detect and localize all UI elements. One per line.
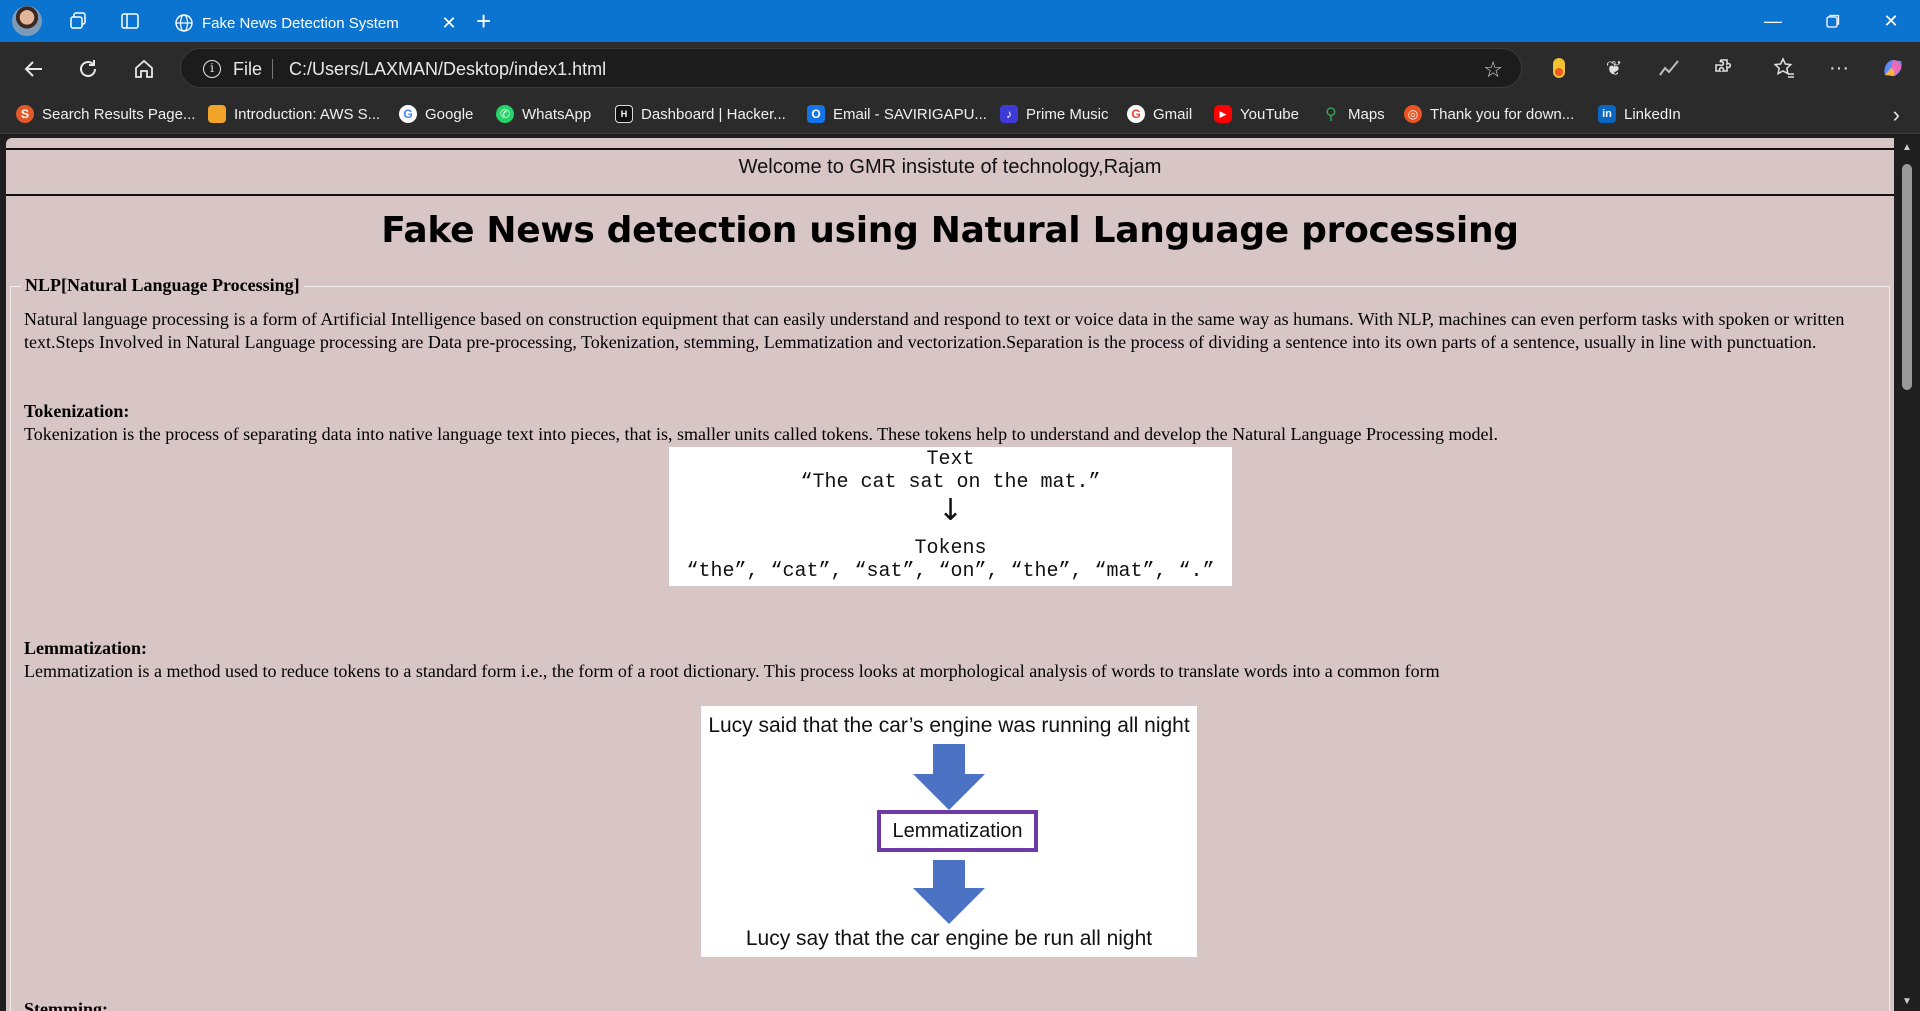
page-title: Fake News detection using Natural Langua… xyxy=(381,210,1519,251)
ubuntu-icon: ◎ xyxy=(1404,105,1422,123)
stemming-heading: Stemming: xyxy=(24,999,108,1011)
hackerrank-icon: H xyxy=(615,105,633,123)
figure-step-box: Lemmatization xyxy=(877,810,1038,852)
intro-paragraph: Natural language processing is a form of… xyxy=(24,309,1845,352)
favorites-icon[interactable] xyxy=(1768,52,1800,84)
refresh-icon[interactable] xyxy=(72,53,104,85)
bookmark-whatsapp[interactable]: ✆ WhatsApp xyxy=(496,94,591,134)
bookmark-search-results[interactable]: S Search Results Page... xyxy=(16,94,195,134)
bookmark-ubuntu[interactable]: ◎ Thank you for down... xyxy=(1404,94,1574,134)
bookmark-label: WhatsApp xyxy=(522,105,592,123)
bookmark-label: Dashboard | Hacker... xyxy=(641,105,786,123)
top-divider xyxy=(6,148,1894,150)
lemmatization-text: Lemmatization is a method used to reduce… xyxy=(24,661,1440,681)
tokenization-text: Tokenization is the process of separatin… xyxy=(24,424,1498,444)
bookmark-hackerrank[interactable]: H Dashboard | Hacker... xyxy=(615,94,786,134)
minimize-icon[interactable]: — xyxy=(1744,6,1802,36)
bookmark-label: YouTube xyxy=(1240,105,1299,123)
tab-fake-news[interactable]: Fake News Detection System ✕ xyxy=(164,4,464,42)
down-arrow-icon: ↓ xyxy=(937,493,964,528)
bookmarks-bar: S Search Results Page... Introduction: A… xyxy=(0,94,1920,134)
lemmatization-heading: Lemmatization: xyxy=(24,638,147,658)
navigation-bar: i File C:/Users/LAXMAN/Desktop/index1.ht… xyxy=(0,42,1920,94)
bookmark-label: Google xyxy=(425,105,474,123)
whatsapp-icon: ✆ xyxy=(496,105,514,123)
more-options-icon[interactable]: ··· xyxy=(1823,52,1855,84)
figure-text-label: Text xyxy=(926,448,975,471)
bookmark-maps[interactable]: ⚲ Maps xyxy=(1322,94,1385,134)
bookmark-label: Introduction: AWS S... xyxy=(234,105,381,123)
vertical-tabs-icon[interactable] xyxy=(116,7,144,35)
search-results-icon: S xyxy=(16,105,34,123)
bookmark-youtube[interactable]: ▶ YouTube xyxy=(1214,94,1299,134)
extension-icon-2[interactable]: ❦ xyxy=(1598,52,1630,84)
restore-icon[interactable] xyxy=(1804,6,1862,36)
figure-input-sentence: Lucy said that the car’s engine was runn… xyxy=(708,714,1190,737)
close-tab-icon[interactable]: ✕ xyxy=(434,13,464,34)
bottom-divider xyxy=(6,194,1894,196)
bookmark-email[interactable]: O Email - SAVIRIGAPU... xyxy=(807,94,987,134)
bookmark-label: Search Results Page... xyxy=(42,105,196,123)
bookmark-prime-music[interactable]: ♪ Prime Music xyxy=(1000,94,1109,134)
linkedin-icon: in xyxy=(1598,105,1616,123)
maps-icon: ⚲ xyxy=(1325,106,1337,123)
bookmark-aws[interactable]: Introduction: AWS S... xyxy=(208,94,380,134)
bookmark-label: Prime Music xyxy=(1026,105,1109,123)
figure-tokens: “the”, “cat”, “sat”, “on”, “the”, “mat”,… xyxy=(686,560,1215,583)
address-bar[interactable]: i File C:/Users/LAXMAN/Desktop/index1.ht… xyxy=(180,48,1522,88)
browser-titlebar: Fake News Detection System ✕ + — ✕ xyxy=(0,0,1920,42)
scroll-thumb[interactable] xyxy=(1902,164,1912,390)
figure-tokens-label: Tokens xyxy=(914,537,987,560)
globe-icon xyxy=(174,13,194,33)
extensions-puzzle-icon[interactable] xyxy=(1708,52,1740,84)
address-separator xyxy=(272,59,273,79)
prime-music-icon: ♪ xyxy=(1000,105,1018,123)
chevron-right-icon[interactable]: › xyxy=(1893,102,1900,128)
figure-sentence: “The cat sat on the mat.” xyxy=(800,471,1101,494)
welcome-banner: Welcome to GMR insistute of technology,R… xyxy=(738,156,1162,178)
close-window-icon[interactable]: ✕ xyxy=(1862,6,1920,36)
bookmark-gmail[interactable]: G Gmail xyxy=(1127,94,1192,134)
tab-title: Fake News Detection System xyxy=(202,14,399,32)
bookmark-google[interactable]: G Google xyxy=(399,94,473,134)
performance-icon[interactable] xyxy=(1653,52,1685,84)
bookmark-label: Maps xyxy=(1348,105,1385,123)
tokenization-heading: Tokenization: xyxy=(24,401,130,421)
home-icon[interactable] xyxy=(128,53,160,85)
favorite-star-icon[interactable]: ☆ xyxy=(1483,57,1503,83)
bookmark-label: Thank you for down... xyxy=(1430,105,1575,123)
gmail-icon: G xyxy=(1127,105,1145,123)
back-icon[interactable] xyxy=(18,53,50,85)
vertical-scrollbar[interactable]: ▲ ▼ xyxy=(1894,134,1920,1011)
url-text[interactable]: C:/Users/LAXMAN/Desktop/index1.html xyxy=(289,59,606,80)
section-legend: NLP[Natural Language Processing] xyxy=(21,275,304,296)
outlook-icon: O xyxy=(807,105,825,123)
bookmark-linkedin[interactable]: in LinkedIn xyxy=(1598,94,1681,134)
scroll-down-icon[interactable]: ▼ xyxy=(1902,996,1912,1007)
google-icon: G xyxy=(399,105,417,123)
new-tab-icon[interactable]: + xyxy=(476,6,491,37)
site-info-icon[interactable]: i xyxy=(203,60,221,78)
lemmatization-figure: Lucy said that the car’s engine was runn… xyxy=(701,706,1197,957)
figure-output-sentence: Lucy say that the car engine be run all … xyxy=(745,927,1153,950)
workspaces-icon[interactable] xyxy=(64,7,92,35)
bookmark-label: Gmail xyxy=(1153,105,1193,123)
copilot-icon[interactable] xyxy=(1877,52,1909,84)
extension-icon-1[interactable] xyxy=(1543,52,1575,84)
aws-icon xyxy=(208,105,226,123)
bookmark-label: LinkedIn xyxy=(1624,105,1681,123)
profile-avatar[interactable] xyxy=(12,6,42,36)
bookmark-label: Email - SAVIRIGAPU... xyxy=(833,105,987,123)
scheme-label: File xyxy=(233,59,263,79)
page-viewport: Welcome to GMR insistute of technology,R… xyxy=(0,134,1920,1011)
tokenization-figure: Text “The cat sat on the mat.” ↓ Tokens … xyxy=(669,447,1232,586)
web-page: Welcome to GMR insistute of technology,R… xyxy=(6,138,1894,1011)
youtube-icon: ▶ xyxy=(1214,105,1232,123)
scroll-up-icon[interactable]: ▲ xyxy=(1902,142,1912,153)
